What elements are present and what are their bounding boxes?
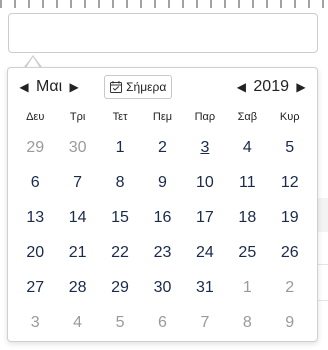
day-cell[interactable]: 19 — [269, 200, 311, 235]
day-cell-other-month[interactable]: 8 — [226, 305, 268, 340]
week-row: 6 7 8 9 10 11 12 — [14, 165, 311, 200]
day-cell[interactable]: 2 — [141, 130, 183, 165]
day-cell[interactable]: 31 — [184, 270, 226, 305]
weekday-label: Παρ — [194, 111, 216, 123]
weekday-label: Δευ — [26, 111, 45, 123]
week-row: 20 21 22 23 24 25 26 — [14, 235, 311, 270]
weekday-label: Πεμ — [152, 111, 173, 123]
calendar-icon — [110, 81, 123, 93]
background-strip — [0, 0, 328, 8]
next-year-button[interactable]: ▶ — [293, 81, 309, 93]
day-cell[interactable]: 10 — [184, 165, 226, 200]
weekday-label: Τρι — [69, 111, 86, 123]
day-cell[interactable]: 6 — [14, 165, 56, 200]
day-cell[interactable]: 1 — [99, 130, 141, 165]
year-label[interactable]: 2019 — [249, 78, 293, 96]
day-cell[interactable]: 27 — [14, 270, 56, 305]
day-cell[interactable]: 16 — [141, 200, 183, 235]
day-cell[interactable]: 11 — [226, 165, 268, 200]
day-cell-other-month[interactable]: 30 — [56, 130, 98, 165]
background-divider — [318, 264, 328, 265]
day-cell-today[interactable]: 3 — [184, 130, 226, 165]
day-cell-other-month[interactable]: 1 — [226, 270, 268, 305]
weekday-label: Τετ — [112, 111, 128, 123]
day-cell-other-month[interactable]: 7 — [184, 305, 226, 340]
today-button-label: Σήμερα — [126, 80, 167, 94]
day-cell[interactable]: 12 — [269, 165, 311, 200]
week-row: 29 30 1 2 3 4 5 — [14, 130, 311, 165]
prev-month-button[interactable]: ◀ — [16, 81, 32, 93]
day-cell[interactable]: 26 — [269, 235, 311, 270]
month-label[interactable]: Μαι — [32, 78, 66, 96]
day-cell[interactable]: 13 — [14, 200, 56, 235]
day-cell-other-month[interactable]: 3 — [14, 305, 56, 340]
datepicker-popup: ◀ Μαι ▶ Σήμερα ◀ 2019 ▶ Δευ Τρι Τετ Πεμ … — [7, 67, 318, 342]
day-cell[interactable]: 28 — [56, 270, 98, 305]
day-cell[interactable]: 4 — [226, 130, 268, 165]
chevron-right-icon: ▶ — [296, 80, 306, 94]
day-cell-other-month[interactable]: 6 — [141, 305, 183, 340]
day-cell[interactable]: 18 — [226, 200, 268, 235]
day-cell[interactable]: 29 — [99, 270, 141, 305]
prev-year-button[interactable]: ◀ — [233, 81, 249, 93]
day-cell-other-month[interactable]: 2 — [269, 270, 311, 305]
chevron-left-icon: ◀ — [19, 80, 29, 94]
day-cell[interactable]: 14 — [56, 200, 98, 235]
weekday-header-row: Δευ Τρι Τετ Πεμ Παρ Σαβ Κυρ — [8, 106, 317, 128]
day-cell[interactable]: 15 — [99, 200, 141, 235]
day-cell-other-month[interactable]: 29 — [14, 130, 56, 165]
next-month-button[interactable]: ▶ — [66, 81, 82, 93]
background-divider — [318, 300, 328, 301]
day-cell[interactable]: 30 — [141, 270, 183, 305]
day-cell[interactable]: 25 — [226, 235, 268, 270]
day-cell[interactable]: 8 — [99, 165, 141, 200]
day-cell[interactable]: 24 — [184, 235, 226, 270]
week-row: 27 28 29 30 31 1 2 — [14, 270, 311, 305]
day-cell[interactable]: 17 — [184, 200, 226, 235]
day-grid: 29 30 1 2 3 4 5 6 7 8 9 10 11 12 13 14 15 16 17 18 19 20 21 22 2… — [8, 130, 317, 340]
date-input[interactable] — [8, 13, 318, 53]
chevron-right-icon: ▶ — [69, 80, 79, 94]
week-row: 13 14 15 16 17 18 19 — [14, 200, 311, 235]
datepicker-header: ◀ Μαι ▶ Σήμερα ◀ 2019 ▶ — [8, 68, 317, 106]
day-cell[interactable]: 22 — [99, 235, 141, 270]
day-cell[interactable]: 7 — [56, 165, 98, 200]
weekday-label: Κυρ — [279, 111, 300, 123]
chevron-left-icon: ◀ — [236, 80, 247, 94]
day-cell[interactable]: 20 — [14, 235, 56, 270]
day-cell[interactable]: 21 — [56, 235, 98, 270]
today-button[interactable]: Σήμερα — [104, 75, 173, 99]
weekday-label: Σαβ — [237, 111, 258, 123]
day-cell[interactable]: 23 — [141, 235, 183, 270]
day-cell-other-month[interactable]: 5 — [99, 305, 141, 340]
background-panel — [318, 198, 328, 232]
week-row: 3456789 — [14, 305, 311, 340]
day-cell-other-month[interactable]: 9 — [269, 305, 311, 340]
day-cell[interactable]: 5 — [269, 130, 311, 165]
day-cell[interactable]: 9 — [141, 165, 183, 200]
day-cell-other-month[interactable]: 4 — [56, 305, 98, 340]
